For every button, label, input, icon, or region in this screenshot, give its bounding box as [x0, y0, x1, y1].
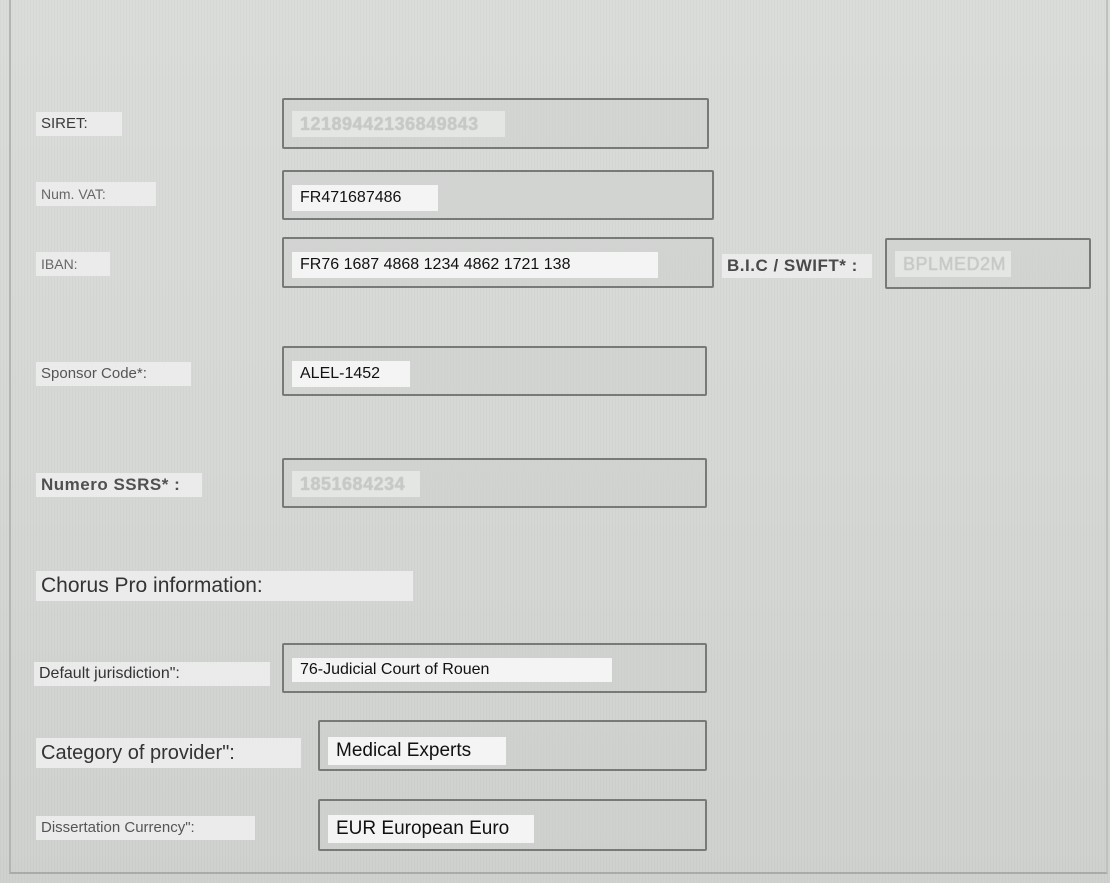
category-label: Category of provider":: [36, 738, 301, 768]
iban-label: IBAN:: [36, 252, 110, 276]
siret-label: SIRET:: [36, 112, 122, 136]
bic-label: B.I.C / SWIFT* :: [722, 254, 872, 278]
vat-label: Num. VAT:: [36, 182, 156, 206]
jurisdiction-value: 76-Judicial Court of Rouen: [292, 658, 612, 682]
iban-value: FR76 1687 4868 1234 4862 1721 138: [292, 252, 658, 278]
ssrs-label: Numero SSRS* :: [36, 473, 202, 497]
currency-label: Dissertation Currency":: [36, 816, 255, 840]
bic-value: BPLMED2M: [895, 251, 1011, 277]
sponsor-code-value: ALEL-1452: [292, 361, 410, 387]
siret-value: 12189442136849843: [292, 111, 505, 137]
screen-background: SIRET: 12189442136849843 Num. VAT: FR471…: [0, 0, 1110, 883]
ssrs-value: 1851684234: [292, 471, 420, 497]
currency-value: EUR European Euro: [328, 815, 534, 843]
vat-value: FR471687486: [292, 185, 438, 211]
form-panel: SIRET: 12189442136849843 Num. VAT: FR471…: [9, 0, 1108, 874]
jurisdiction-label: Default jurisdiction":: [34, 662, 270, 686]
chorus-pro-heading: Chorus Pro information:: [36, 571, 413, 601]
sponsor-code-label: Sponsor Code*:: [36, 362, 191, 386]
category-value: Medical Experts: [328, 737, 506, 765]
